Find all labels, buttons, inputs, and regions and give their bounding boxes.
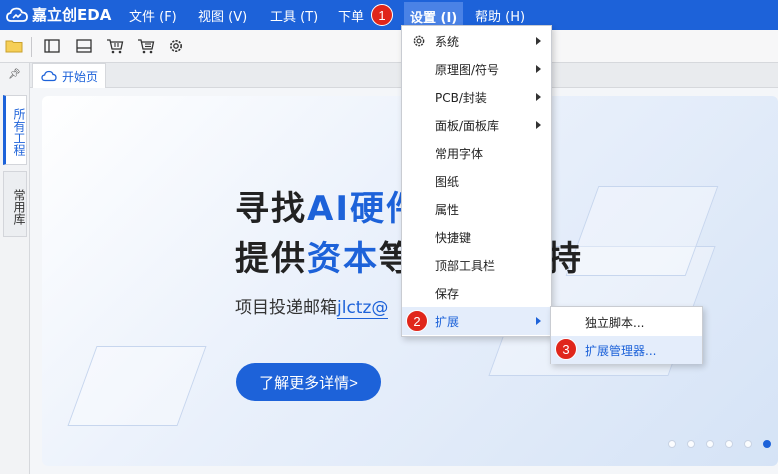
menu-item-fonts[interactable]: 常用字体: [402, 139, 551, 167]
menu-item-panel[interactable]: 面板/面板库: [402, 111, 551, 139]
pin-icon[interactable]: 📌︎: [8, 69, 21, 80]
email-label: 项目投递邮箱: [235, 298, 337, 318]
menu-item-pcb[interactable]: PCB/封装: [402, 83, 551, 111]
submenu-arrow-icon: [536, 37, 541, 45]
carousel-dot[interactable]: [725, 440, 733, 448]
menu-item-shortcuts[interactable]: 快捷键: [402, 223, 551, 251]
menu-item-label: 扩展管理器...: [585, 343, 657, 358]
carousel-indicators: [668, 440, 771, 448]
menu-item-label: 原理图/符号: [435, 62, 500, 77]
menu-item-standalone-script[interactable]: 独立脚本...: [551, 308, 702, 336]
tab-start-page-label: 开始页: [62, 69, 99, 84]
menu-settings[interactable]: 设置 (I): [404, 2, 464, 27]
menu-view[interactable]: 视图 (V): [198, 6, 247, 25]
menu-item-label: 快捷键: [435, 230, 472, 245]
menu-item-label: PCB/封装: [435, 90, 487, 105]
tab-all-projects[interactable]: 所有工程: [3, 95, 27, 165]
menu-item-label: 系统: [435, 34, 460, 49]
headline-text: 寻找: [235, 189, 307, 229]
step-badge-2: 2: [406, 310, 428, 332]
logo-text: 嘉立创EDA: [32, 6, 112, 24]
carousel-dot[interactable]: [687, 440, 695, 448]
menu-help[interactable]: 帮助 (H): [475, 6, 525, 25]
banner-decoration: [67, 346, 207, 426]
gear-icon[interactable]: [167, 37, 185, 55]
app-logo: 嘉立创EDA: [6, 4, 111, 25]
submenu-arrow-icon: [536, 93, 541, 101]
submenu-arrow-icon: [536, 317, 541, 325]
headline-text: 提供: [235, 239, 307, 279]
menu-item-schematic[interactable]: 原理图/符号: [402, 55, 551, 83]
cloud-logo-icon: [6, 7, 28, 22]
settings-dropdown-menu: 系统 原理图/符号 PCB/封装 面板/面板库 常用字体 图纸 属性 快捷键 顶…: [401, 25, 552, 337]
menu-item-save[interactable]: 保存: [402, 279, 551, 307]
menu-item-top-toolbar[interactable]: 顶部工具栏: [402, 251, 551, 279]
gear-icon: [413, 35, 425, 47]
toolbar-separator: [31, 37, 32, 57]
menu-item-label: 图纸: [435, 174, 460, 189]
banner-email: 项目投递邮箱jlctz@: [235, 293, 389, 319]
folder-icon[interactable]: [5, 37, 23, 55]
tab-start-page[interactable]: 开始页: [32, 63, 106, 88]
menu-item-drawing[interactable]: 图纸: [402, 167, 551, 195]
menu-tools[interactable]: 工具 (T): [270, 6, 318, 25]
cart-list-icon[interactable]: [137, 37, 155, 55]
step-badge-1: 1: [371, 4, 393, 26]
toolbar: [0, 30, 778, 63]
submenu-arrow-icon: [536, 121, 541, 129]
menu-item-label: 保存: [435, 286, 460, 301]
menu-item-properties[interactable]: 属性: [402, 195, 551, 223]
menu-item-label: 属性: [435, 202, 460, 217]
menu-item-label: 面板/面板库: [435, 118, 500, 133]
menu-file[interactable]: 文件 (F): [129, 6, 177, 25]
carousel-dot[interactable]: [668, 440, 676, 448]
carousel-dot[interactable]: [706, 440, 714, 448]
cart-icon[interactable]: [106, 37, 124, 55]
tab-common-library[interactable]: 常用库: [3, 171, 27, 237]
panel-left-icon[interactable]: [43, 37, 61, 55]
carousel-dot-active[interactable]: [763, 440, 771, 448]
cloud-icon: [41, 70, 57, 82]
headline-highlight: 资本: [307, 239, 379, 279]
menu-item-label: 扩展: [435, 314, 460, 329]
menu-item-label: 顶部工具栏: [435, 258, 496, 273]
email-address[interactable]: jlctz@: [337, 298, 389, 319]
menu-item-label: 独立脚本...: [585, 315, 645, 330]
panel-bottom-icon[interactable]: [75, 37, 93, 55]
step-badge-3: 3: [555, 338, 577, 360]
submenu-arrow-icon: [536, 65, 541, 73]
menu-item-label: 常用字体: [435, 146, 484, 161]
left-side-panel: 📌︎ 所有工程 常用库: [0, 63, 30, 474]
menu-item-system[interactable]: 系统: [402, 27, 551, 55]
learn-more-button[interactable]: 了解更多详情>: [236, 363, 381, 401]
menu-order[interactable]: 下单: [338, 6, 364, 25]
carousel-dot[interactable]: [744, 440, 752, 448]
